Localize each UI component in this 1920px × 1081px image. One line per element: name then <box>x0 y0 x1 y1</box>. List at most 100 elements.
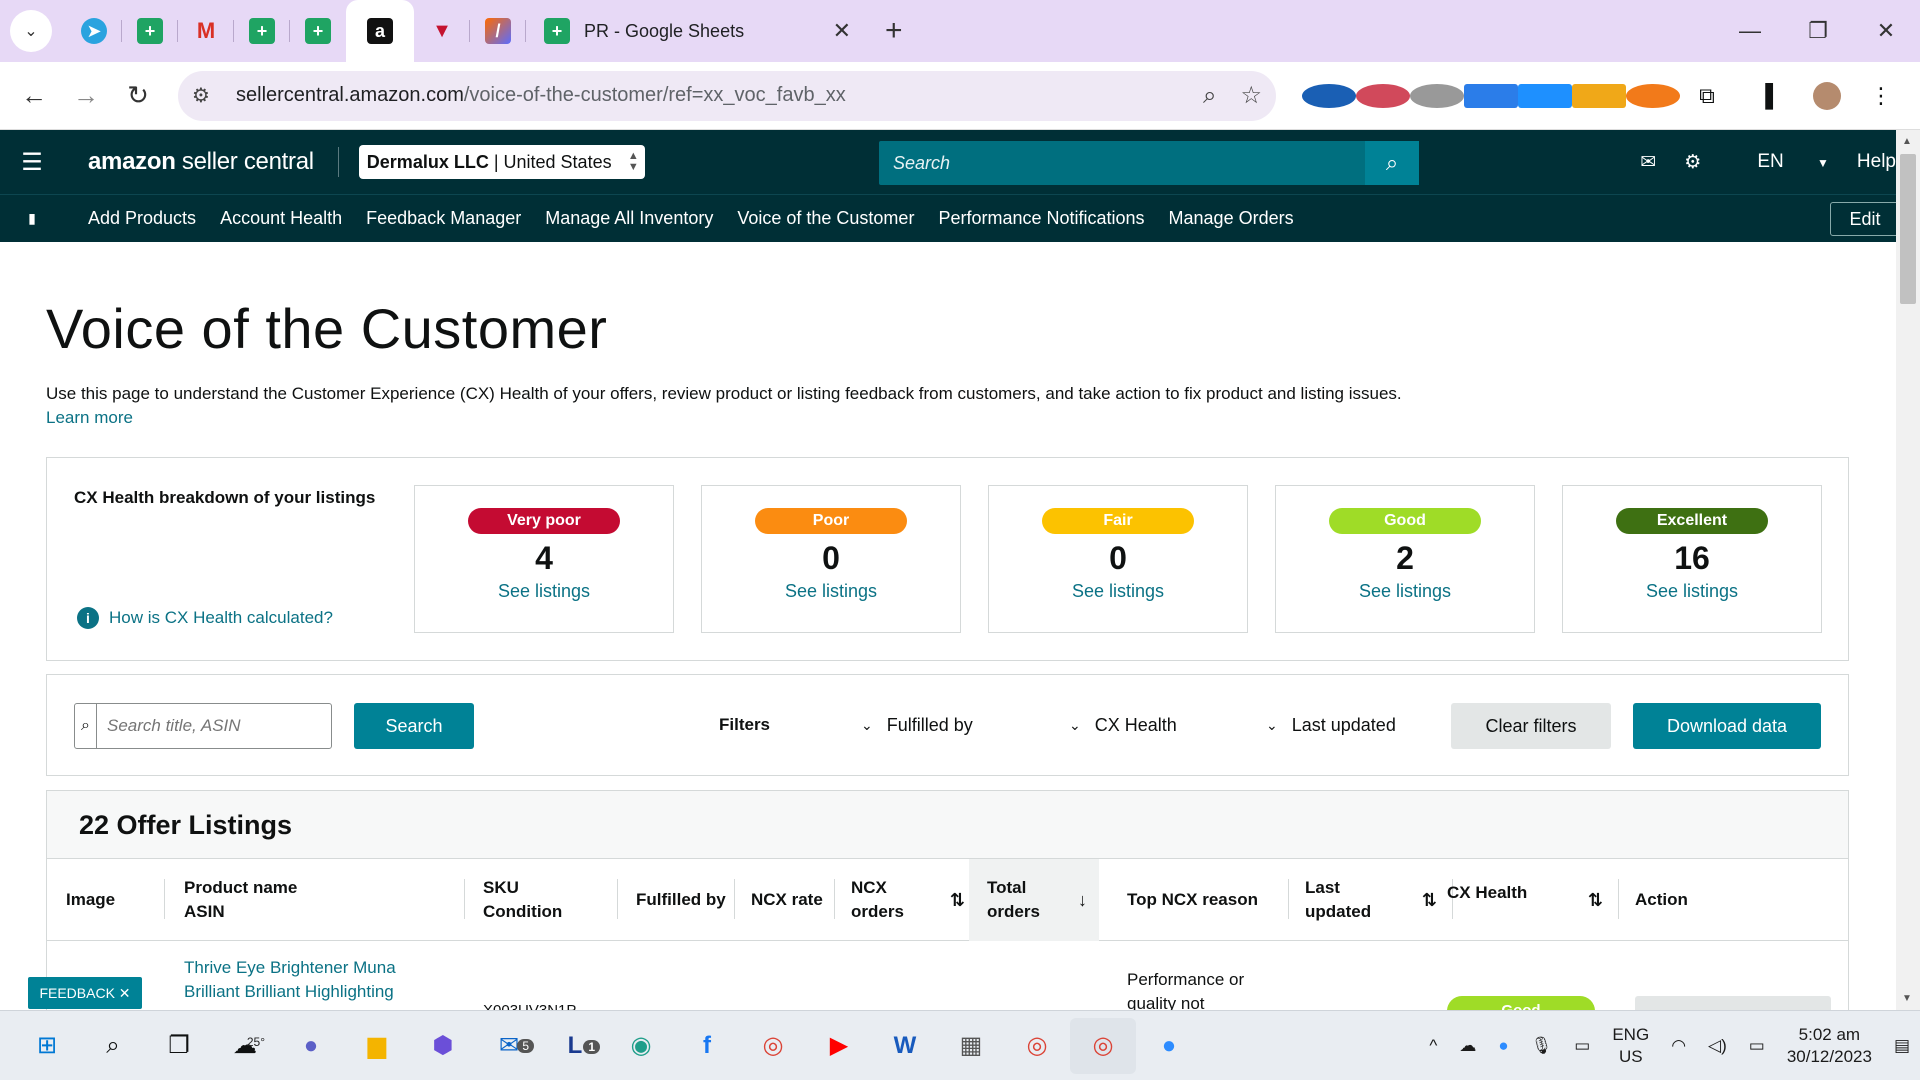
scrollbar-thumb[interactable] <box>1900 154 1916 304</box>
chrome-profile-1-icon[interactable]: ◎ <box>1004 1031 1070 1060</box>
see-listings-link[interactable]: See listings <box>989 581 1247 602</box>
product-name-link[interactable]: Thrive Eye Brightener Muna Brilliant Bril… <box>184 956 396 1004</box>
browser-menu-icon[interactable]: ⋮ <box>1854 83 1908 109</box>
header-search-button[interactable]: ⌕ <box>1365 141 1419 185</box>
side-panel-icon[interactable]: ▌ <box>1746 83 1800 109</box>
cx-health-dropdown[interactable]: ⌄ CX Health <box>1069 715 1177 736</box>
forward-icon[interactable]: → <box>60 80 112 111</box>
windows-start-icon[interactable]: ⊞ <box>14 1031 80 1060</box>
col-ncx-orders[interactable]: NCX orders ⇅ <box>851 859 977 941</box>
taskbar-search-icon[interactable]: ⌕ <box>80 1032 146 1060</box>
listing-search-button[interactable]: Search <box>354 703 474 749</box>
close-window-icon[interactable]: ✕ <box>1852 0 1920 62</box>
address-bar[interactable]: ⚙ sellercentral.amazon.com/voice-of-the-… <box>178 70 1276 121</box>
restore-icon[interactable]: ❐ <box>1784 0 1852 62</box>
file-explorer-icon[interactable]: ▆ <box>344 1031 410 1060</box>
edit-bookmarks-button[interactable]: Edit <box>1830 202 1900 236</box>
extensions-puzzle-icon[interactable]: ⧉ <box>1680 83 1734 109</box>
notifications-icon[interactable]: ▤ <box>1894 1035 1910 1057</box>
teams-icon[interactable]: ● <box>278 1032 344 1060</box>
fulfilled-by-dropdown[interactable]: ⌄ Fulfilled by <box>861 715 973 736</box>
header-search-input[interactable] <box>879 141 1365 185</box>
hamburger-menu-icon[interactable]: ☰ <box>0 148 64 177</box>
tab-amazon-active[interactable]: a <box>346 0 414 62</box>
battery-icon[interactable]: ▭ <box>1749 1035 1765 1057</box>
help-link[interactable]: Help <box>1857 151 1896 173</box>
col-product-name[interactable]: Product name ASIN <box>184 859 444 941</box>
learn-more-link[interactable]: Learn more <box>46 408 133 428</box>
reload-icon[interactable]: ↻ <box>112 80 164 111</box>
tab-helium[interactable]: ▼ <box>414 0 470 62</box>
col-cx-health[interactable]: CX Health ⇅ <box>1447 859 1615 941</box>
see-listings-link[interactable]: See listings <box>1563 581 1821 602</box>
language-selector[interactable]: EN ▼ <box>1729 151 1829 173</box>
col-fulfilled-by[interactable]: Fulfilled by <box>636 859 746 941</box>
sort-icon[interactable]: ⇅ <box>1422 888 1437 912</box>
col-sku[interactable]: SKU Condition <box>483 859 613 941</box>
word-icon[interactable]: W <box>872 1032 938 1060</box>
close-tab-icon[interactable]: ✕ <box>833 18 851 44</box>
tab-sheets-1[interactable]: + <box>122 0 178 62</box>
chrome-icon[interactable]: ◎ <box>740 1031 806 1060</box>
clock[interactable]: 5:02 am 30/12/2023 <box>1787 1024 1872 1068</box>
zoom-tray-icon[interactable]: ● <box>1498 1035 1508 1057</box>
col-total-orders[interactable]: Total orders ↓ <box>969 859 1099 941</box>
nav-feedback-manager[interactable]: Feedback Manager <box>366 208 521 229</box>
tab-search-chevron-icon[interactable]: ⌄ <box>10 10 52 52</box>
sort-icon[interactable]: ⇅ <box>1588 888 1603 912</box>
tab-sheets-2[interactable]: + <box>234 0 290 62</box>
nav-add-products[interactable]: Add Products <box>88 208 196 229</box>
sort-descending-icon[interactable]: ↓ <box>1078 888 1087 912</box>
row-action-button[interactable] <box>1635 996 1831 1010</box>
microphone-icon[interactable]: 🎙 <box>1531 1035 1553 1057</box>
see-listings-link[interactable]: See listings <box>702 581 960 602</box>
extension-4-icon[interactable] <box>1464 83 1518 108</box>
seller-central-logo[interactable]: amazon seller central <box>88 148 314 176</box>
extension-7-icon[interactable] <box>1626 83 1680 108</box>
extension-3-icon[interactable] <box>1410 83 1464 108</box>
bookmark-icon[interactable]: ▮ <box>0 210 64 227</box>
new-tab-icon[interactable]: + <box>885 14 903 48</box>
download-data-button[interactable]: Download data <box>1633 703 1821 749</box>
tray-overflow-icon[interactable]: ^ <box>1429 1035 1437 1057</box>
settings-gear-icon[interactable]: ⚙ <box>1684 151 1701 174</box>
tab-sheets-3[interactable]: + <box>290 0 346 62</box>
wifi-icon[interactable]: ◠ <box>1671 1035 1686 1057</box>
youtube-icon[interactable]: ▶ <box>806 1031 872 1060</box>
chrome-profile-2-icon[interactable]: ◎ <box>1070 1017 1136 1074</box>
minimize-icon[interactable]: — <box>1716 0 1784 62</box>
zoom-icon[interactable]: ⌕ <box>1203 82 1216 110</box>
onedrive-icon[interactable]: ☁ <box>1459 1035 1476 1057</box>
url-text[interactable]: sellercentral.amazon.com/voice-of-the-cu… <box>236 84 1179 107</box>
see-listings-link[interactable]: See listings <box>415 581 673 602</box>
cx-health-how-link[interactable]: i How is CX Health calculated? <box>77 607 333 629</box>
feedback-button[interactable]: FEEDBACK ✕ <box>28 977 142 1009</box>
nav-manage-all-inventory[interactable]: Manage All Inventory <box>545 208 713 229</box>
bookmark-star-icon[interactable]: ☆ <box>1240 81 1262 110</box>
tab-telegram[interactable]: ➤ <box>66 0 122 62</box>
back-icon[interactable]: ← <box>8 80 60 111</box>
site-info-icon[interactable]: ⚙ <box>192 83 222 108</box>
nav-account-health[interactable]: Account Health <box>220 208 342 229</box>
messages-mail-icon[interactable]: ✉ <box>1640 151 1656 174</box>
col-ncx-rate[interactable]: NCX rate <box>751 859 841 941</box>
calculator-icon[interactable]: ▦ <box>938 1031 1004 1060</box>
task-view-icon[interactable]: ❐ <box>146 1031 212 1060</box>
extension-6-icon[interactable] <box>1572 83 1626 108</box>
tab-gmail[interactable]: M <box>178 0 234 62</box>
l-app-icon[interactable]: L1 <box>542 1032 608 1060</box>
page-scrollbar[interactable]: ▲ ▼ <box>1896 130 1920 1010</box>
nav-voice-of-the-customer[interactable]: Voice of the Customer <box>737 208 914 229</box>
scroll-down-icon[interactable]: ▼ <box>1902 993 1912 1004</box>
extension-5-icon[interactable] <box>1518 83 1572 108</box>
volume-icon[interactable]: ◁) <box>1708 1035 1727 1057</box>
edge-icon[interactable]: ◉ <box>608 1031 674 1060</box>
profile-avatar[interactable] <box>1800 81 1854 110</box>
copilot-icon[interactable]: ⬢ <box>410 1031 476 1060</box>
extension-2-icon[interactable] <box>1356 83 1410 108</box>
display-icon[interactable]: ▭ <box>1574 1035 1590 1057</box>
col-top-ncx-reason[interactable]: Top NCX reason <box>1127 859 1297 941</box>
tab-google-sheets-pr[interactable]: + PR - Google Sheets ✕ <box>526 0 871 62</box>
sort-icon[interactable]: ⇅ <box>950 888 965 912</box>
language-indicator[interactable]: ENG US <box>1612 1024 1649 1068</box>
